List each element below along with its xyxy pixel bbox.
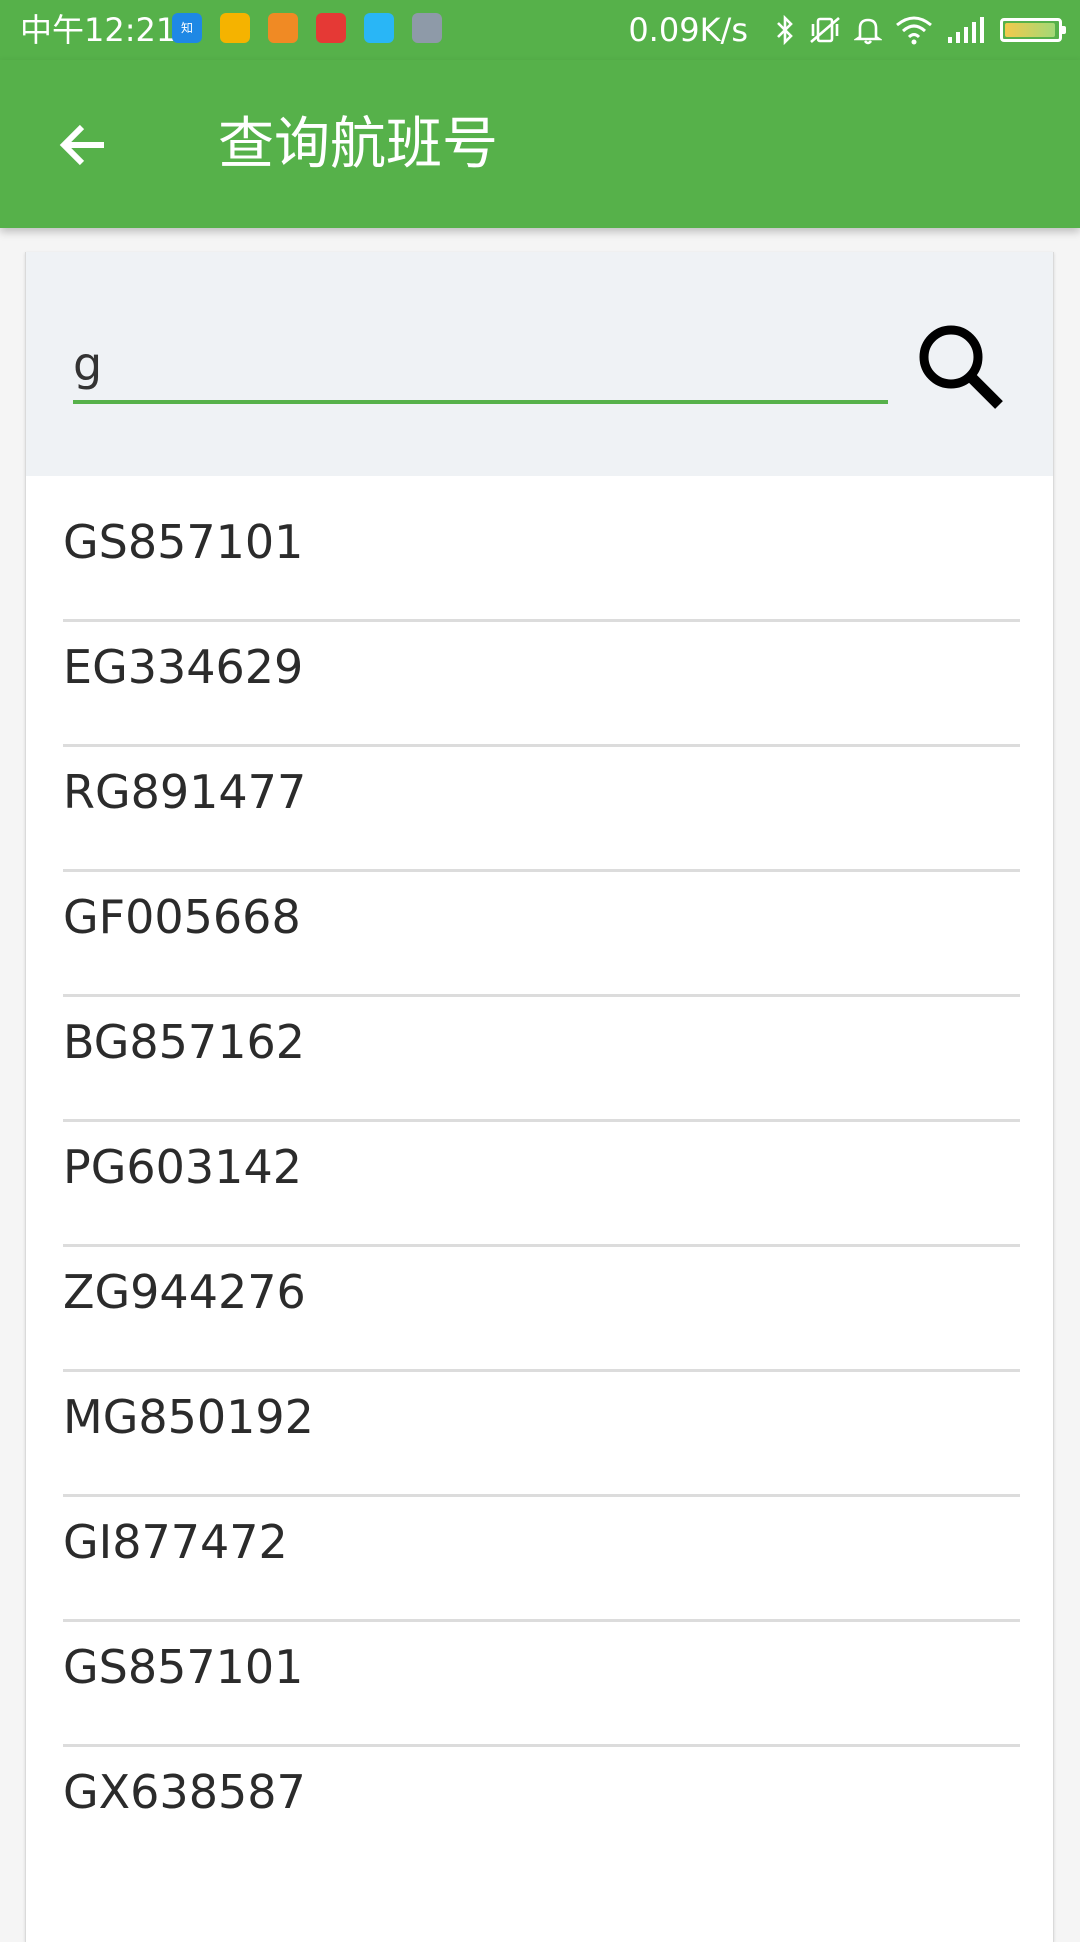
search-input[interactable] xyxy=(73,328,888,404)
flight-number: EG334629 xyxy=(63,640,304,694)
vibrate-off-icon xyxy=(808,15,842,45)
flight-number: BG857162 xyxy=(63,1015,305,1069)
wifi-icon xyxy=(894,15,934,45)
yellow-app-icon xyxy=(220,13,250,43)
back-button[interactable] xyxy=(50,112,116,178)
bell-icon xyxy=(854,15,882,45)
flight-number: ZG944276 xyxy=(63,1265,306,1319)
list-item[interactable]: GS857101 xyxy=(63,1622,1020,1747)
list-item[interactable]: PG603142 xyxy=(63,1122,1020,1247)
blue-app-icon xyxy=(364,13,394,43)
list-item[interactable]: GI877472 xyxy=(63,1497,1020,1622)
zhihu-app-icon: 知 xyxy=(172,13,202,43)
list-item[interactable]: GF005668 xyxy=(63,872,1020,997)
flight-number: MG850192 xyxy=(63,1390,314,1444)
list-item[interactable]: GX638587 xyxy=(63,1747,1020,1869)
status-indicators: 0.09K/s xyxy=(628,10,1066,50)
flight-number: PG603142 xyxy=(63,1140,302,1194)
results-list: GS857101 EG334629 RG891477 GF005668 BG857162… xyxy=(26,476,1053,1869)
list-item[interactable]: GS857101 xyxy=(63,476,1020,622)
orange-app-icon xyxy=(268,13,298,43)
bluetooth-icon xyxy=(774,15,796,45)
list-item[interactable]: EG334629 xyxy=(63,622,1020,747)
list-item[interactable]: BG857162 xyxy=(63,997,1020,1122)
flight-number: GS857101 xyxy=(63,1640,304,1694)
notification-icons: 知 xyxy=(172,13,460,43)
flight-number: GI877472 xyxy=(63,1515,288,1569)
search-bar xyxy=(26,252,1053,476)
list-item[interactable]: ZG944276 xyxy=(63,1247,1020,1372)
flight-number: GS857101 xyxy=(63,515,304,569)
page-title: 查询航班号 xyxy=(218,112,498,177)
signal-icon xyxy=(946,15,986,45)
search-card: GS857101 EG334629 RG891477 GF005668 BG857162… xyxy=(25,252,1054,1942)
status-bar: 中午12:21 知 0.09K/s xyxy=(0,0,1080,60)
network-speed: 0.09K/s xyxy=(628,11,748,49)
list-item[interactable]: MG850192 xyxy=(63,1372,1020,1497)
weibo-app-icon xyxy=(316,13,346,43)
status-time: 中午12:21 xyxy=(20,11,177,49)
gray-app-icon xyxy=(412,13,442,43)
search-button[interactable] xyxy=(911,317,1011,417)
battery-icon xyxy=(1000,18,1066,42)
flight-number: RG891477 xyxy=(63,765,307,819)
app-bar: 查询航班号 xyxy=(0,60,1080,228)
search-icon xyxy=(919,325,1003,409)
flight-number: GX638587 xyxy=(63,1765,306,1819)
flight-number: GF005668 xyxy=(63,890,301,944)
list-item[interactable]: RG891477 xyxy=(63,747,1020,872)
arrow-left-icon xyxy=(59,124,104,166)
